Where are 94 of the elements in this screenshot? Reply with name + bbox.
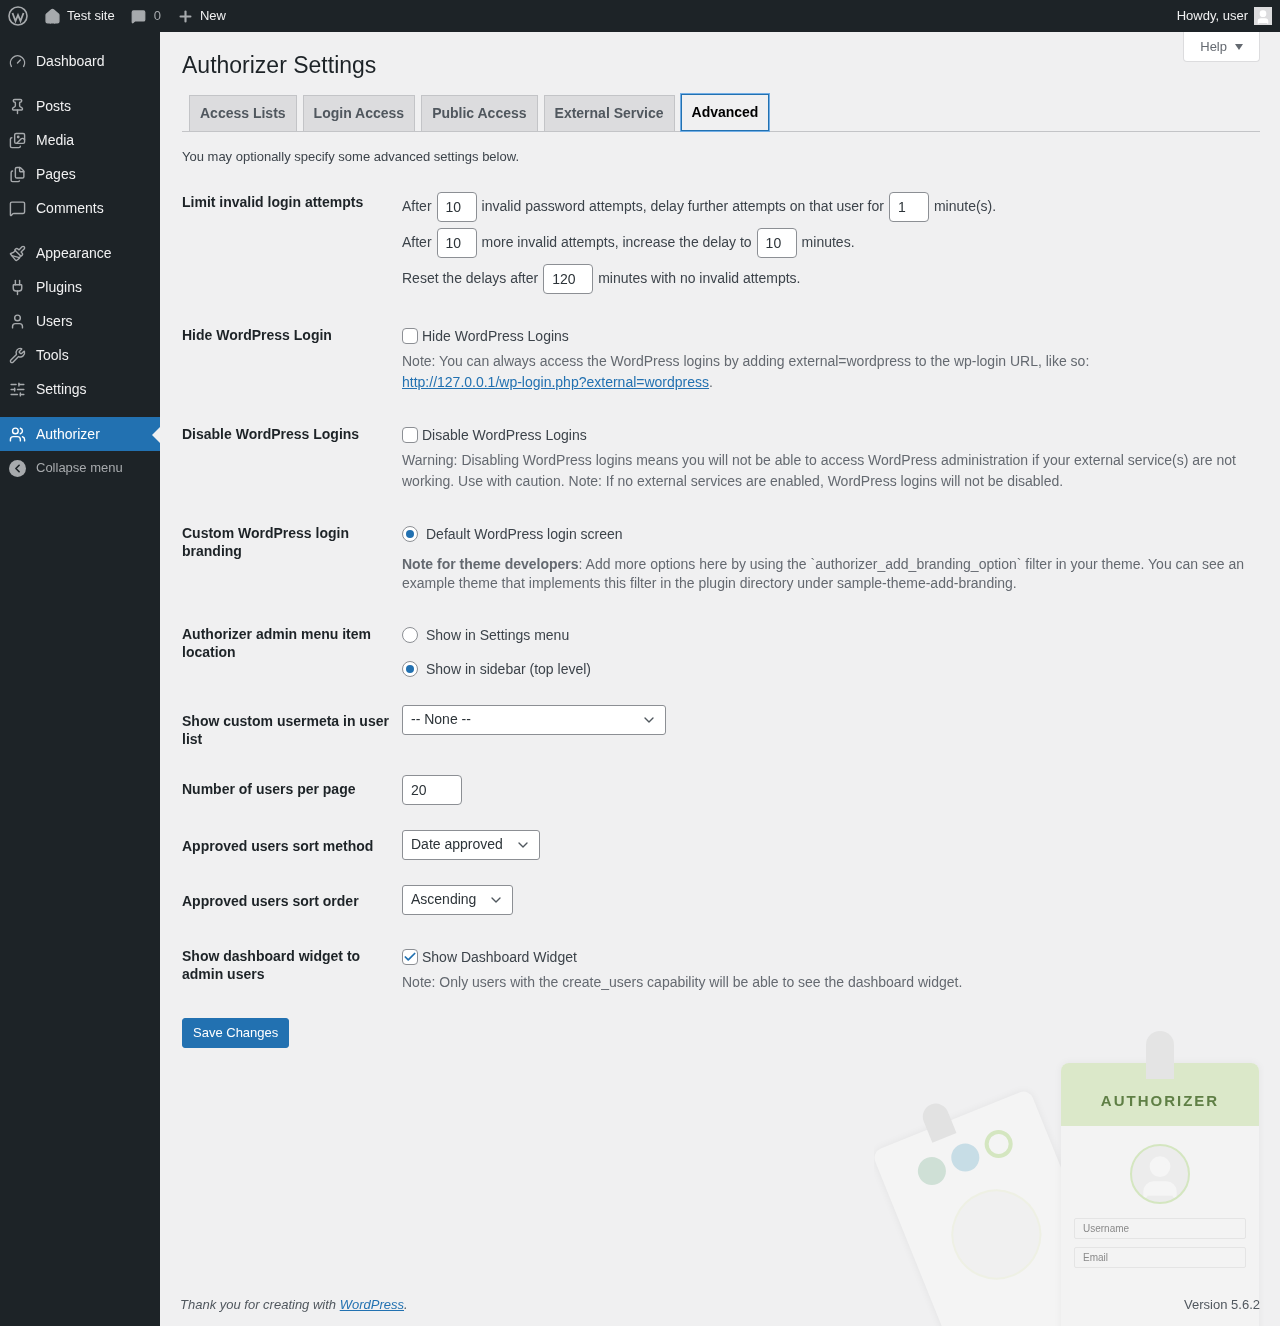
- setting-note: Note: You can always access the WordPress logins by adding external=wordpress to the wp-login URL, like so: http://127.0.0.1/wp-login.php?external=wordpress.: [402, 351, 1091, 392]
- radio-label[interactable]: Show in sidebar (top level): [426, 658, 591, 680]
- version-text: Version 5.6.2: [1184, 1295, 1260, 1314]
- sidebar-item[interactable]: Posts: [0, 89, 160, 123]
- settings-tab[interactable]: Advanced: [680, 94, 770, 131]
- sidebar-item[interactable]: Appearance: [0, 236, 160, 270]
- radio-button[interactable]: [402, 627, 418, 643]
- sidebar-item[interactable]: Dashboard: [0, 44, 160, 78]
- number-field[interactable]: 1: [888, 191, 929, 222]
- dropdown-arrow-icon: [1235, 43, 1243, 50]
- menu-icon: [9, 131, 26, 149]
- new-link[interactable]: New: [168, 6, 234, 26]
- number-field[interactable]: 10: [756, 227, 797, 258]
- comment-icon: [130, 8, 146, 24]
- sidebar-item[interactable]: Authorizer: [0, 417, 160, 451]
- page-title: Authorizer Settings: [182, 51, 378, 80]
- setting-text: invalid password attempts, delay further attempts on that user for: [481, 197, 884, 216]
- number-field[interactable]: 10: [436, 227, 477, 258]
- setting-label: Authorizer admin menu item location: [182, 624, 373, 661]
- checkbox[interactable]: [402, 949, 418, 965]
- account-link[interactable]: Howdy, user: [1176, 6, 1280, 26]
- checkbox[interactable]: [402, 328, 418, 344]
- save-changes-button[interactable]: Save Changes: [182, 1017, 290, 1048]
- sidebar-item[interactable]: Settings: [0, 372, 160, 406]
- setting-note: Note: Only users with the create_users capability will be able to see the dashboard widget.: [402, 972, 964, 992]
- setting-note: Warning: Disabling WordPress logins means you will not be able to access WordPress administration if your external service(s) are not working. Use with caution. Note: If no external services are enabled, WordPress logins will not be disabled.: [402, 450, 1237, 491]
- setting-label: Disable WordPress Logins: [182, 424, 361, 443]
- number-field[interactable]: 120: [543, 263, 594, 294]
- setting-text: more invalid attempts, increase the delay to: [481, 233, 752, 252]
- setting-text: minute(s).: [933, 197, 997, 216]
- setting-text: minutes with no invalid attempts.: [598, 269, 801, 288]
- menu-icon: [9, 380, 26, 398]
- setting-label: Custom WordPress login branding: [182, 523, 350, 560]
- setting-text: Reset the delays after: [402, 269, 539, 288]
- setting-text: After: [402, 233, 432, 252]
- checkbox-label[interactable]: Disable WordPress Logins: [422, 424, 587, 446]
- help-button[interactable]: Help: [1183, 32, 1260, 62]
- menu-icon: [9, 425, 26, 443]
- home-icon: [44, 7, 61, 25]
- avatar-icon: [1130, 1144, 1190, 1204]
- select-dropdown[interactable]: -- None --: [402, 704, 666, 735]
- setting-text: After: [402, 197, 432, 216]
- username-text: Username: [1083, 1222, 1130, 1236]
- sidebar-item[interactable]: Users: [0, 304, 160, 338]
- menu-icon: [9, 165, 26, 183]
- select-dropdown[interactable]: Date approved: [402, 829, 540, 860]
- current-pointer-icon: [152, 427, 160, 443]
- radio-label[interactable]: Default WordPress login screen: [426, 523, 623, 545]
- sidebar-item[interactable]: Plugins: [0, 270, 160, 304]
- setting-note: Note for theme developers: Add more options here by using the `authorizer_add_branding_option` filter in your theme. You can see an example theme that implements this filter in the plugin directory under sample-theme-add-branding.: [402, 554, 1246, 593]
- setting-label: Show dashboard widget to admin users: [182, 946, 362, 983]
- sidebar-item[interactable]: Comments: [0, 191, 160, 225]
- wordpress-link[interactable]: WordPress: [339, 1296, 404, 1312]
- badge-brand-text: AUTHORIZER: [1100, 1091, 1220, 1112]
- menu-icon: [9, 97, 26, 115]
- settings-tab[interactable]: Access Lists: [189, 95, 297, 132]
- select-dropdown[interactable]: Ascending: [402, 884, 514, 915]
- checkbox-label[interactable]: Show Dashboard Widget: [422, 946, 577, 968]
- menu-icon: [9, 199, 26, 217]
- setting-text: minutes.: [801, 233, 855, 252]
- settings-tab[interactable]: Public Access: [421, 95, 538, 132]
- number-field[interactable]: 20: [402, 774, 462, 805]
- footer-text: Thank you for creating with WordPress.: [180, 1295, 408, 1314]
- setting-label: Show custom usermeta in user list: [182, 711, 390, 748]
- email-text: Email: [1083, 1251, 1108, 1265]
- radio-button[interactable]: [402, 661, 418, 677]
- site-link[interactable]: Test site: [36, 6, 123, 26]
- sidebar-item[interactable]: Pages: [0, 157, 160, 191]
- menu-icon: [9, 346, 26, 364]
- avatar-icon: [1254, 7, 1272, 25]
- number-field[interactable]: 10: [436, 191, 477, 222]
- comments-link[interactable]: 0: [122, 6, 169, 26]
- radio-label[interactable]: Show in Settings menu: [426, 624, 570, 646]
- setting-label: Number of users per page: [182, 779, 357, 798]
- menu-icon: [9, 312, 26, 330]
- collapse-icon: [9, 459, 26, 477]
- sidebar-item[interactable]: Tools: [0, 338, 160, 372]
- sidebar-item[interactable]: Media: [0, 123, 160, 157]
- menu-icon: [9, 52, 26, 70]
- setting-label: Approved users sort order: [182, 891, 360, 910]
- checkbox[interactable]: [402, 427, 418, 443]
- setting-label: Hide WordPress Login: [182, 325, 333, 344]
- radio-button[interactable]: [402, 526, 418, 542]
- menu-icon: [9, 244, 26, 262]
- settings-tab[interactable]: Login Access: [302, 95, 416, 132]
- setting-label: Limit invalid login attempts: [182, 192, 365, 211]
- plus-icon: [176, 7, 194, 25]
- collapse-menu-button[interactable]: Collapse menu: [0, 451, 160, 485]
- intro-text: You may optionally specify some advanced settings below.: [182, 148, 520, 166]
- badge-clip-drawing: [1146, 1031, 1174, 1079]
- setting-label: Approved users sort method: [182, 836, 375, 855]
- checkbox-label[interactable]: Hide WordPress Logins: [422, 325, 569, 347]
- wordpress-logo-icon[interactable]: [8, 6, 28, 26]
- settings-tab[interactable]: External Service: [543, 95, 675, 132]
